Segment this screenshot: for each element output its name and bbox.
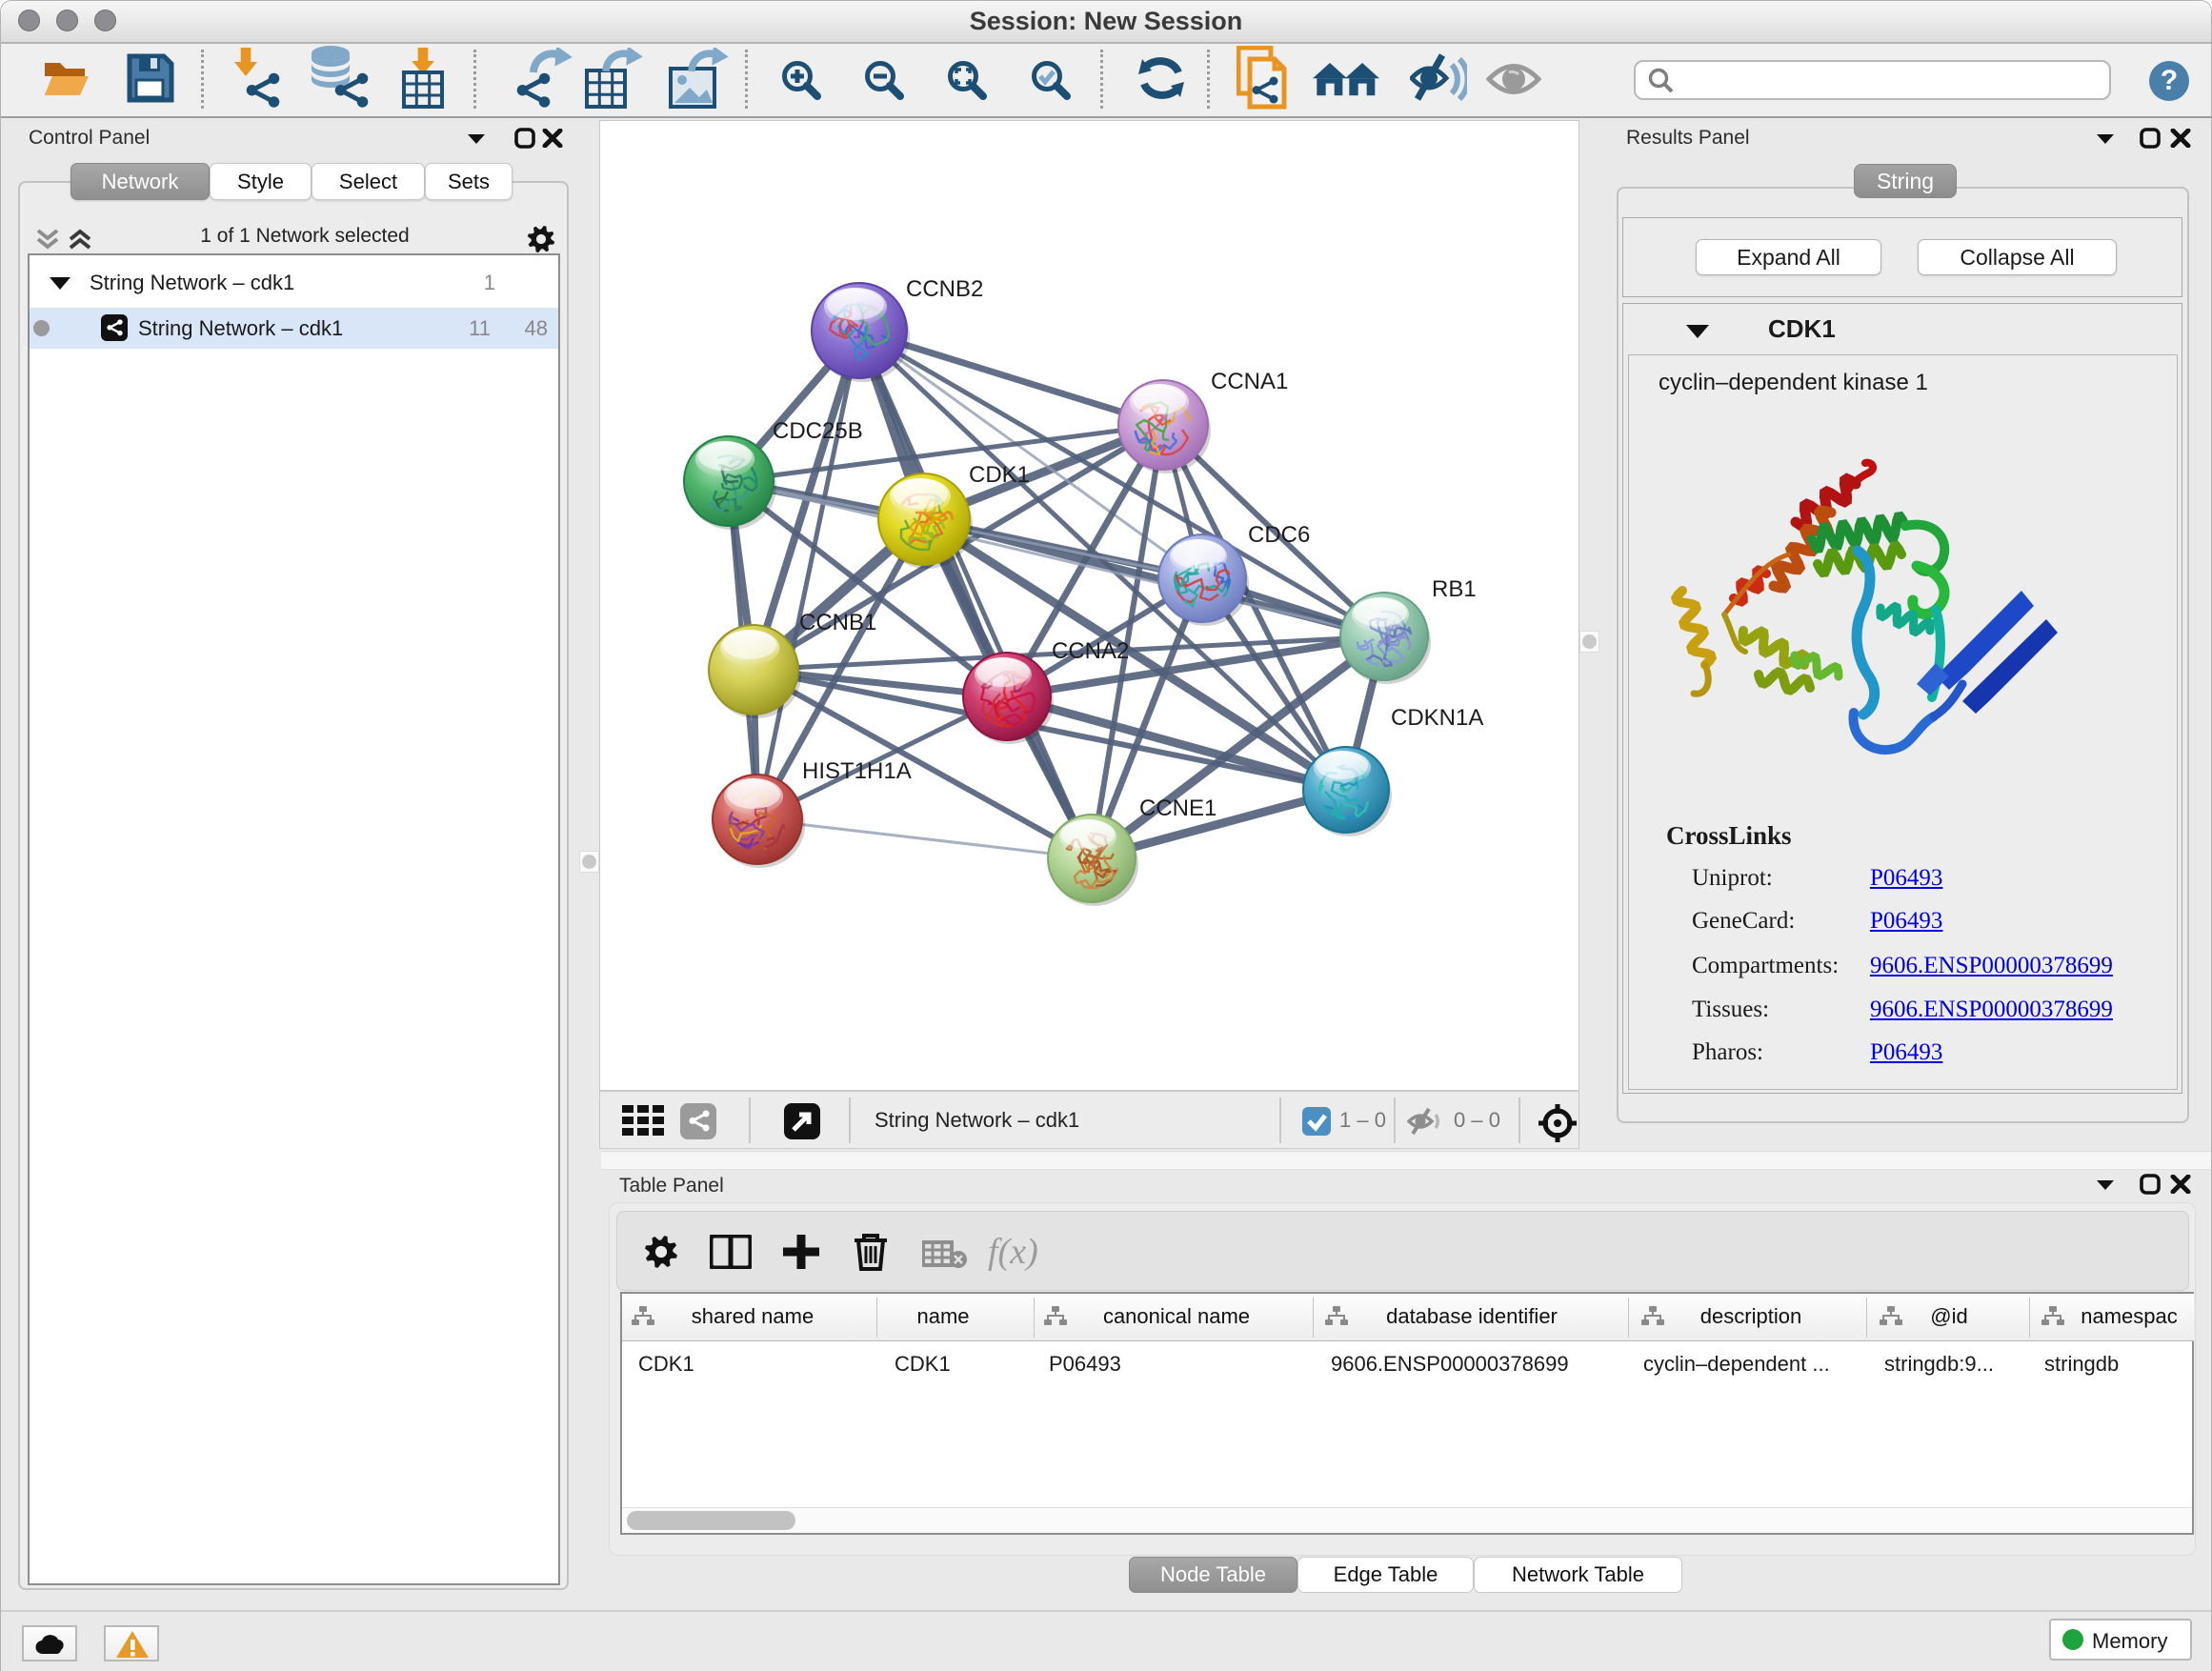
svg-text:CCNB2: CCNB2 [906, 276, 983, 302]
svg-text:CCNA1: CCNA1 [1211, 369, 1288, 394]
svg-text:CDC25B: CDC25B [773, 418, 863, 444]
svg-text:RB1: RB1 [1432, 576, 1477, 602]
svg-text:CCNE1: CCNE1 [1139, 795, 1217, 821]
svg-text:HIST1H1A: HIST1H1A [802, 758, 912, 784]
svg-text:CCNB1: CCNB1 [799, 610, 876, 635]
svg-text:CCNA2: CCNA2 [1052, 638, 1129, 664]
svg-text:CDKN1A: CDKN1A [1391, 705, 1483, 731]
svg-text:CDC6: CDC6 [1248, 522, 1310, 548]
svg-text:CDK1: CDK1 [969, 462, 1030, 488]
